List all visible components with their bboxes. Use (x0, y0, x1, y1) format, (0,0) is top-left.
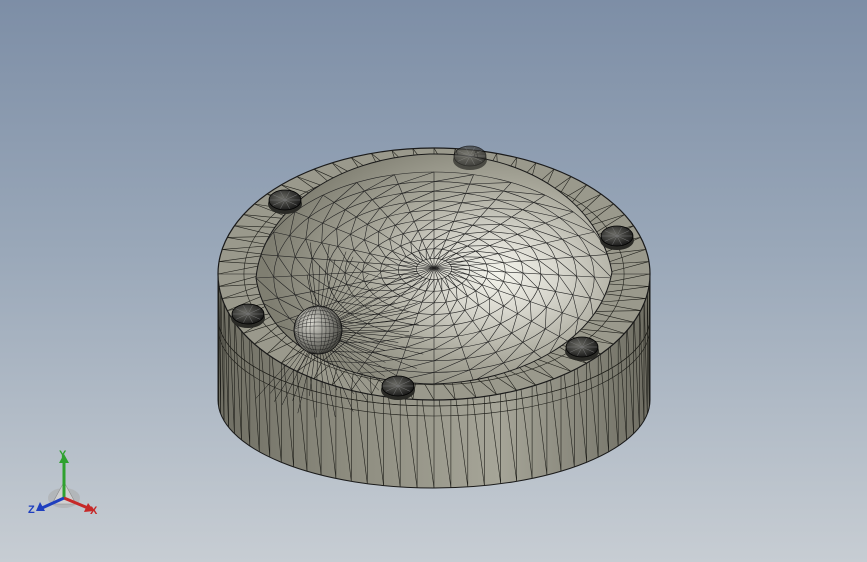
mesh-part[interactable] (0, 0, 867, 562)
bolt-head (231, 303, 265, 328)
axis-x-label: X (90, 505, 98, 517)
bolt-head (268, 189, 302, 214)
axis-z-label: Z (28, 504, 35, 516)
bolt-head (453, 145, 487, 170)
graphics-viewport[interactable]: Y X Z (0, 0, 867, 562)
axis-y-label: Y (59, 449, 67, 461)
bolt-head (600, 225, 634, 250)
bolt-head (565, 336, 599, 361)
bolt-head (381, 375, 415, 400)
view-triad[interactable]: Y X Z (26, 448, 106, 524)
